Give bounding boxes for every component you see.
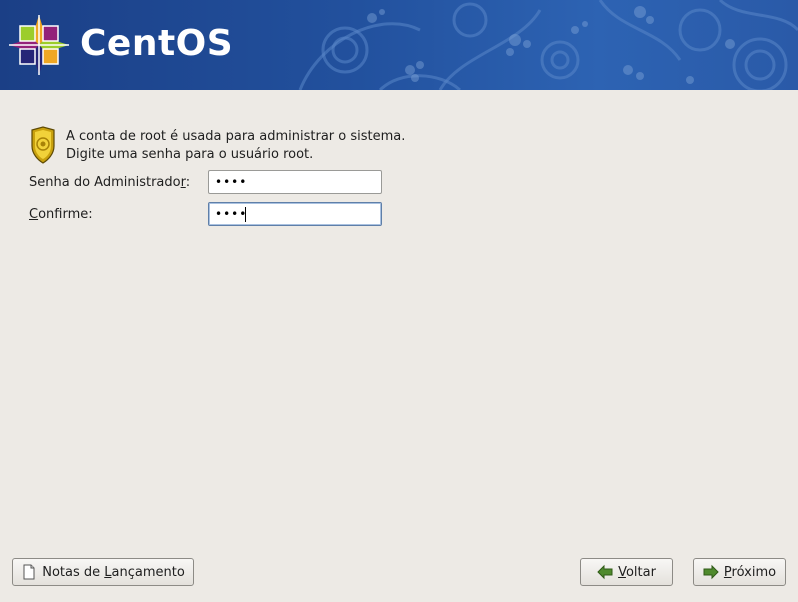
release-notes-label-mnemonic: L: [104, 564, 112, 580]
info-text-line-2: Digite uma senha para o usuário root.: [66, 147, 314, 162]
admin-password-input[interactable]: ••••: [208, 170, 382, 194]
confirm-password-value: ••••: [215, 207, 248, 221]
release-notes-label: Notas de Lançamento: [42, 565, 185, 580]
admin-password-label-text: Senha do Administrado: [29, 175, 181, 190]
next-label-post: róximo: [731, 564, 777, 580]
confirm-password-label: Confirme:: [29, 206, 93, 223]
next-label: Próximo: [724, 565, 776, 580]
confirm-label-text: onfirme:: [38, 207, 93, 222]
text-caret: [245, 207, 246, 222]
admin-password-value: ••••: [215, 175, 248, 189]
release-notes-label-post: ançamento: [111, 564, 185, 580]
confirm-label-mnemonic: C: [29, 207, 39, 222]
info-text-line-1: A conta de root é usada para administrar…: [66, 129, 406, 144]
admin-password-label-colon: :: [185, 175, 191, 190]
document-icon: [23, 564, 35, 580]
back-button[interactable]: Voltar: [580, 558, 673, 586]
arrow-left-icon: [597, 564, 613, 580]
admin-password-label: Senha do Administrador:: [29, 174, 190, 191]
arrow-right-icon: [703, 564, 719, 580]
root-password-panel: A conta de root é usada para administrar…: [0, 90, 798, 602]
header-banner: CentOS: [0, 0, 798, 90]
brand-title: CentOS: [80, 23, 234, 64]
back-label-mnemonic: V: [618, 564, 626, 580]
back-label: Voltar: [618, 565, 656, 580]
centos-logo-icon: [9, 15, 69, 75]
back-label-post: oltar: [625, 564, 656, 580]
release-notes-label-pre: Notas de: [42, 564, 105, 580]
confirm-password-input[interactable]: ••••: [208, 202, 382, 226]
next-label-mnemonic: P: [723, 564, 732, 580]
next-button[interactable]: Próximo: [693, 558, 786, 586]
shield-icon: [31, 126, 55, 164]
release-notes-button[interactable]: Notas de Lançamento: [12, 558, 194, 586]
